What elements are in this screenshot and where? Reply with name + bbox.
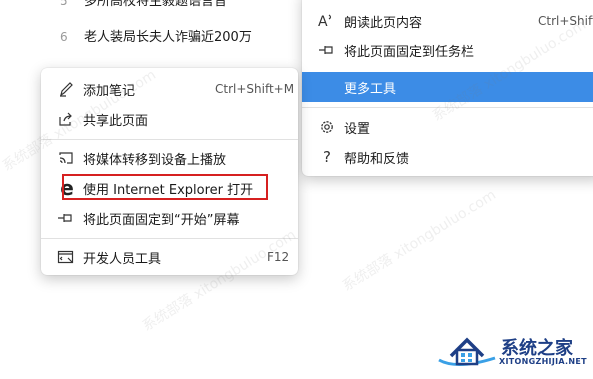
watermark-text: 系统部落 xitongbuluo.com — [339, 186, 499, 295]
pen-icon — [57, 80, 75, 98]
menu-item-help[interactable]: ? 帮助和反馈 — [302, 142, 593, 172]
news-rank: 6 — [60, 30, 68, 44]
menu-item-shortcut: Ctrl+Shift+M — [215, 82, 295, 96]
news-title: 老人装局长夫人诈骗近200万 — [84, 30, 252, 45]
menu-item-shortcut: F12 — [267, 250, 290, 264]
svg-text:A: A — [318, 14, 328, 29]
menu-item-label: 帮助和反馈 — [344, 151, 410, 167]
news-item[interactable]: 6 老人装局长夫人诈骗近200万 — [60, 26, 252, 45]
cast-icon — [57, 149, 75, 167]
menu-divider — [41, 238, 298, 239]
menu-divider — [41, 139, 298, 140]
menu-item-label: 将此页面固定到“开始”屏幕 — [83, 212, 240, 228]
menu-item-shortcut: Ctrl+Shift+ — [538, 14, 593, 28]
browser-settings-menu: A 朗读此页内容 Ctrl+Shift+ 将此页面固定到任务栏 更多工具 设置 … — [302, 0, 593, 176]
logo-url: XITONGZHIJIA.NET — [499, 357, 587, 366]
pin-start-icon — [57, 209, 75, 227]
more-tools-submenu: 添加笔记 Ctrl+Shift+M 共享此页面 将媒体转移到设备上播放 e 使用… — [41, 68, 298, 275]
menu-item-label: 朗读此页内容 — [344, 15, 423, 31]
help-icon: ? — [323, 148, 331, 166]
menu-item-label: 添加笔记 — [83, 83, 136, 99]
news-rank: 5 — [60, 0, 68, 8]
menu-item-read-aloud[interactable]: A 朗读此页内容 Ctrl+Shift+ — [302, 6, 593, 36]
developer-tools-icon — [57, 248, 75, 266]
menu-item-pin-taskbar[interactable]: 将此页面固定到任务栏 — [302, 35, 593, 65]
gear-icon — [318, 118, 336, 136]
menu-item-share-page[interactable]: 共享此页面 — [41, 104, 298, 134]
menu-item-label: 更多工具 — [344, 81, 397, 97]
menu-item-label: 设置 — [344, 121, 371, 137]
news-item[interactable]: 5 多所高校将主毅题语言音 — [60, 0, 227, 9]
share-icon — [57, 110, 75, 128]
highlight-annotation-box — [62, 174, 268, 200]
read-aloud-icon: A — [318, 12, 336, 30]
menu-item-label: 开发人员工具 — [83, 251, 162, 267]
menu-item-cast-media[interactable]: 将媒体转移到设备上播放 — [41, 143, 298, 173]
house-logo-icon — [438, 337, 496, 366]
pin-taskbar-icon — [318, 41, 336, 59]
menu-item-settings[interactable]: 设置 — [302, 112, 593, 142]
menu-divider — [302, 107, 593, 108]
menu-item-label: 将媒体转移到设备上播放 — [83, 152, 227, 168]
menu-item-label: 将此页面固定到任务栏 — [344, 44, 475, 60]
menu-item-developer-tools[interactable]: 开发人员工具 F12 — [41, 242, 298, 272]
menu-item-label: 共享此页面 — [83, 113, 149, 129]
menu-item-more-tools[interactable]: 更多工具 — [302, 72, 593, 102]
site-logo: 系统之家 XITONGZHIJIA.NET — [437, 330, 587, 376]
menu-item-pin-start[interactable]: 将此页面固定到“开始”屏幕 — [41, 203, 298, 233]
menu-item-add-notes[interactable]: 添加笔记 Ctrl+Shift+M — [41, 74, 298, 104]
news-title: 多所高校将主毅题语言音 — [84, 0, 228, 9]
